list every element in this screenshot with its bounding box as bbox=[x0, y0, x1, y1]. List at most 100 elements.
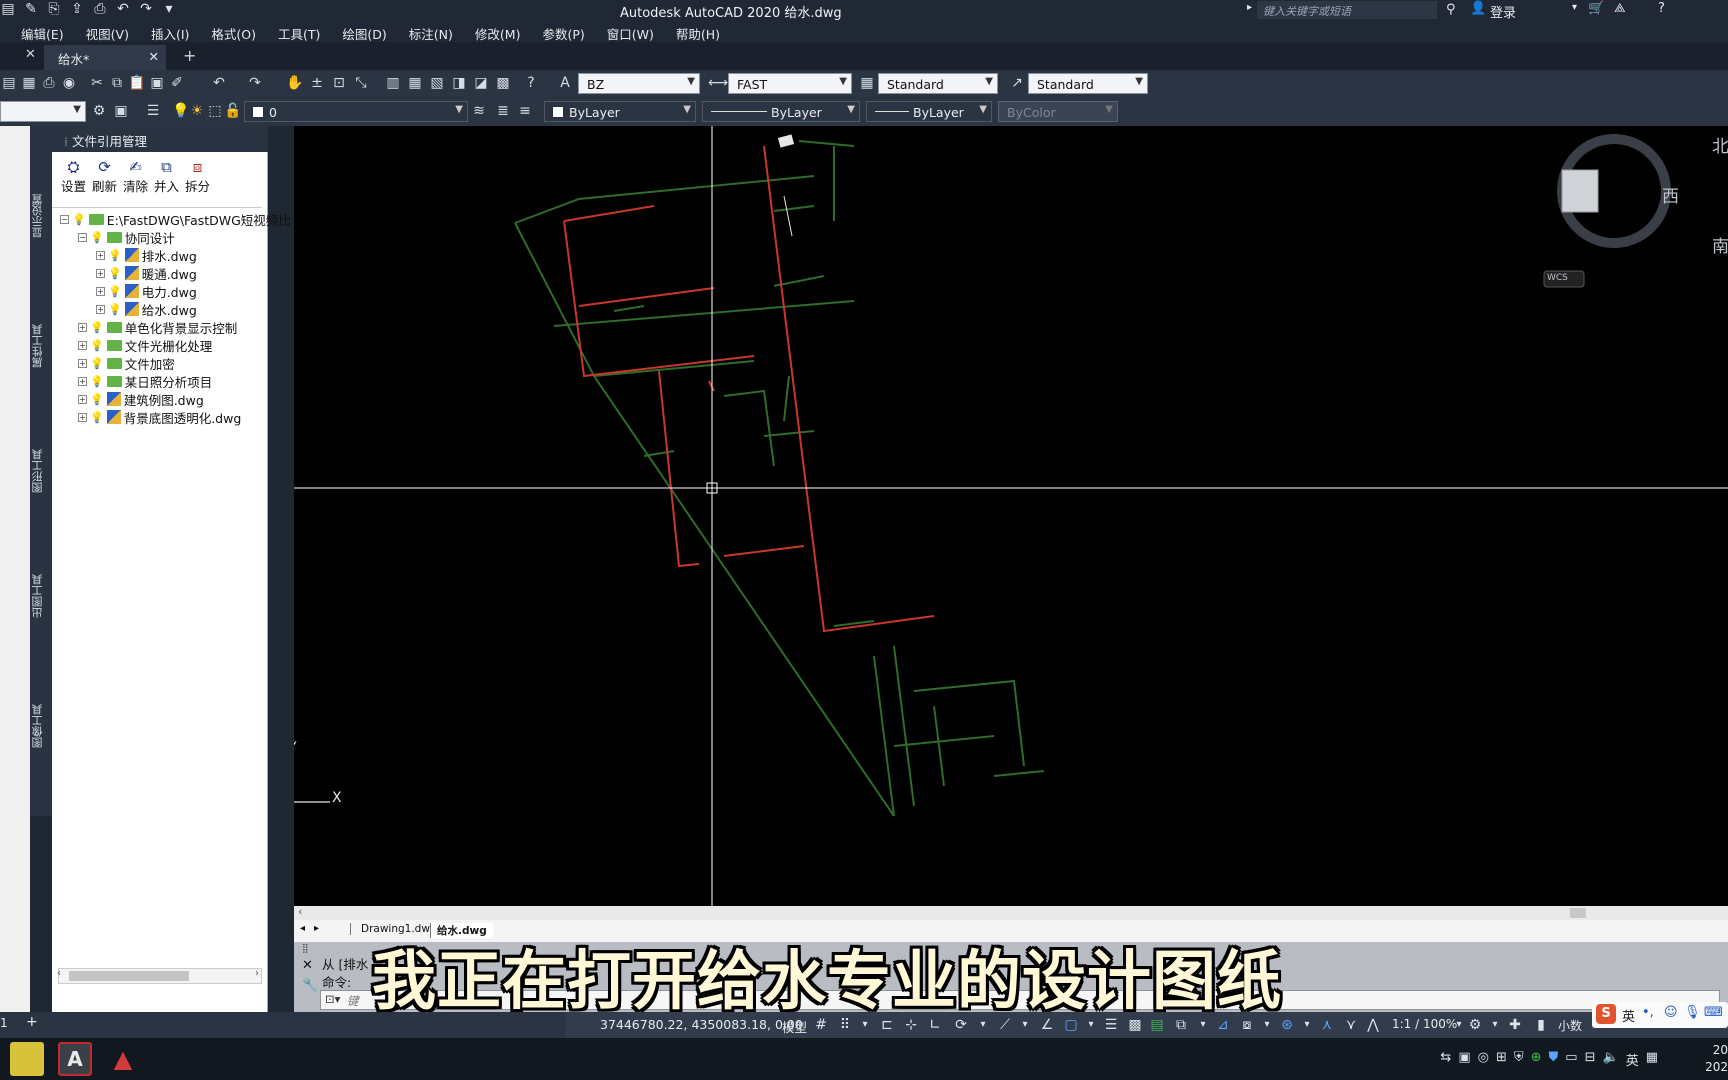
print-icon[interactable]: ⎙ bbox=[92, 1, 108, 18]
merge-button[interactable]: ⧉ 并入 bbox=[151, 154, 182, 207]
drawing-canvas[interactable]: Y X 北 西 南 WCS bbox=[294, 126, 1728, 906]
export-icon[interactable]: ⇪ bbox=[69, 1, 85, 18]
table-style-icon[interactable]: ▦ bbox=[858, 74, 876, 92]
chevron-down-icon[interactable]: ▾ bbox=[1258, 1016, 1276, 1034]
paste-icon[interactable]: 📋 bbox=[128, 74, 146, 92]
side-tab-output[interactable]: 出图工具 bbox=[30, 556, 52, 636]
ortho-icon[interactable]: ∟ bbox=[926, 1016, 944, 1034]
lineweight-select[interactable]: ByLayer ▼ bbox=[866, 101, 992, 122]
bulb-icon[interactable]: 💡 bbox=[108, 249, 122, 262]
help-icon[interactable]: ? bbox=[522, 74, 540, 92]
file-manager-icon[interactable] bbox=[10, 1042, 44, 1076]
gear-icon[interactable]: ⚙ bbox=[90, 102, 108, 120]
help-icon[interactable]: ? bbox=[1658, 1, 1665, 16]
undo-icon[interactable]: ↶ bbox=[210, 74, 228, 92]
scroll-right-icon[interactable]: › bbox=[255, 968, 259, 979]
bulb-icon[interactable]: 💡 bbox=[90, 411, 104, 424]
menu-tools[interactable]: 工具(T) bbox=[267, 21, 331, 42]
expand-icon[interactable]: + bbox=[96, 250, 105, 260]
chevron-down-icon[interactable]: ▾ bbox=[974, 1016, 992, 1034]
markup-icon[interactable]: ◪ bbox=[472, 74, 490, 92]
battery-icon[interactable]: ▭ bbox=[1565, 1050, 1577, 1069]
close-tab-icon[interactable]: ✕ bbox=[25, 47, 36, 62]
color-select[interactable]: ByLayer ▼ bbox=[544, 101, 696, 122]
tree-item-collab[interactable]: − 💡 协同设计 bbox=[78, 228, 175, 246]
menu-format[interactable]: 格式(O) bbox=[200, 21, 267, 42]
chevron-down-icon[interactable]: ▾ bbox=[1016, 1016, 1034, 1034]
prev-tab-icon[interactable]: ◂ bbox=[300, 923, 305, 934]
scroll-thumb[interactable] bbox=[1570, 908, 1586, 918]
osnap-icon[interactable]: ▢ bbox=[1062, 1016, 1080, 1034]
expand-icon[interactable]: + bbox=[78, 340, 87, 350]
viewcube-north[interactable]: 北 bbox=[1712, 132, 1728, 157]
scroll-left-icon[interactable]: ‹ bbox=[298, 905, 302, 918]
panel-scrollbar[interactable]: ‹ › bbox=[57, 968, 262, 984]
chevron-down-icon[interactable]: ▾ bbox=[1298, 1016, 1316, 1034]
dim-style-icon[interactable]: ⟷ bbox=[708, 74, 728, 92]
save-as-icon[interactable]: ✎ bbox=[23, 1, 39, 18]
zoom-realtime-icon[interactable]: ± bbox=[308, 74, 326, 92]
menu-help[interactable]: 帮助(H) bbox=[665, 21, 731, 42]
redo-icon[interactable]: ↷ bbox=[138, 1, 154, 18]
tree-item-hvac[interactable]: + 💡 暖通.dwg bbox=[96, 264, 197, 282]
transparency-icon[interactable]: ▩ bbox=[1126, 1016, 1144, 1034]
bulb-icon[interactable]: 💡 bbox=[90, 375, 104, 388]
tree-item-power[interactable]: + 💡 电力.dwg bbox=[96, 282, 197, 300]
tree-item-raster[interactable]: + 💡 文件光栅化处理 bbox=[78, 336, 212, 354]
quick-properties-icon[interactable]: ▮ bbox=[1532, 1016, 1550, 1034]
viewcube-south[interactable]: 南 bbox=[1712, 232, 1728, 257]
side-tab-properties[interactable]: 属性工具 bbox=[30, 306, 52, 386]
expand-icon[interactable]: + bbox=[78, 322, 87, 332]
print-icon[interactable]: ⎙ bbox=[40, 74, 58, 92]
tree-item-water[interactable]: + 💡 给水.dwg bbox=[96, 300, 197, 318]
tree-root[interactable]: − 💡 E:\FastDWG\FastDWG短视频比 bbox=[60, 210, 291, 228]
menu-dimension[interactable]: 标注(N) bbox=[398, 21, 464, 42]
expand-icon[interactable]: + bbox=[78, 358, 87, 368]
bulb-icon[interactable]: 💡 bbox=[108, 267, 122, 280]
annotation-scale-icon[interactable]: ⋀ bbox=[1364, 1016, 1382, 1034]
layer-thaw-icon[interactable]: ☀ bbox=[188, 102, 206, 120]
tray-shield-icon[interactable]: ⛨ bbox=[1514, 1050, 1524, 1069]
volume-icon[interactable]: 🔈 bbox=[1603, 1050, 1619, 1069]
command-prompt-icon[interactable]: ⊡▾ bbox=[325, 992, 340, 1006]
grip-icon[interactable]: ⁞ bbox=[64, 134, 68, 149]
menu-insert[interactable]: 插入(I) bbox=[140, 21, 200, 42]
canvas-hscroll[interactable]: ‹ bbox=[294, 905, 1728, 920]
tray-lang[interactable]: 英 bbox=[1626, 1050, 1639, 1069]
layer-state-icon[interactable]: ≡ bbox=[516, 102, 534, 120]
bulb-icon[interactable]: 💡 bbox=[90, 321, 104, 334]
plot-preview-icon[interactable]: ▦ bbox=[20, 74, 38, 92]
search-expand-icon[interactable]: ▸ bbox=[1247, 2, 1252, 13]
annotation-visibility-icon[interactable]: ⋏ bbox=[1318, 1016, 1336, 1034]
new-tab-icon[interactable]: + bbox=[183, 46, 196, 65]
workspace-icon[interactable]: ▣ bbox=[112, 102, 130, 120]
side-tab-display[interactable]: 显示设置 bbox=[30, 176, 52, 256]
wcs-label[interactable]: WCS bbox=[1547, 273, 1568, 283]
tree-item-encrypt[interactable]: + 💡 文件加密 bbox=[78, 354, 175, 372]
zoom-previous-icon[interactable]: ⤡ bbox=[352, 74, 370, 92]
otrack-icon[interactable]: ∠ bbox=[1038, 1016, 1056, 1034]
make-current-icon[interactable]: ≋ bbox=[470, 102, 488, 120]
grid-icon[interactable]: # bbox=[812, 1016, 830, 1034]
bulb-icon[interactable]: 💡 bbox=[90, 393, 104, 406]
settings-button[interactable]: ⛭ 设置 bbox=[58, 154, 89, 207]
wrench-icon[interactable]: 🔧 bbox=[302, 978, 318, 993]
gear-icon[interactable]: ⚙ bbox=[1466, 1016, 1484, 1034]
punct-icon[interactable]: •, bbox=[1642, 1005, 1654, 1020]
defender-icon[interactable]: ⛊ bbox=[1549, 1050, 1559, 1069]
customize-dropdown-icon[interactable]: ▾ bbox=[161, 1, 177, 18]
properties-icon[interactable]: ▥ bbox=[384, 74, 402, 92]
units-select[interactable]: 小数 bbox=[1558, 1017, 1582, 1034]
layer-select[interactable]: 0 ▼ bbox=[244, 101, 468, 122]
clock[interactable]: 20 202 bbox=[1698, 1042, 1728, 1076]
menu-parametric[interactable]: 参数(P) bbox=[531, 21, 595, 42]
3d-osnap-icon[interactable]: ⧉ bbox=[1172, 1016, 1190, 1034]
expand-icon[interactable]: + bbox=[78, 394, 87, 404]
tray-ime-icon[interactable]: ⊞ bbox=[1496, 1050, 1507, 1069]
help-search-input[interactable]: 键入关键字或短语 bbox=[1257, 1, 1437, 19]
mleader-style-icon[interactable]: ↗ bbox=[1008, 74, 1026, 92]
linetype-select[interactable]: ByLayer ▼ bbox=[702, 101, 860, 122]
chevron-down-icon[interactable]: ▾ bbox=[1194, 1016, 1212, 1034]
mleader-style-select[interactable]: Standard ▼ bbox=[1028, 73, 1148, 94]
tool-palettes-icon[interactable]: ▧ bbox=[428, 74, 446, 92]
